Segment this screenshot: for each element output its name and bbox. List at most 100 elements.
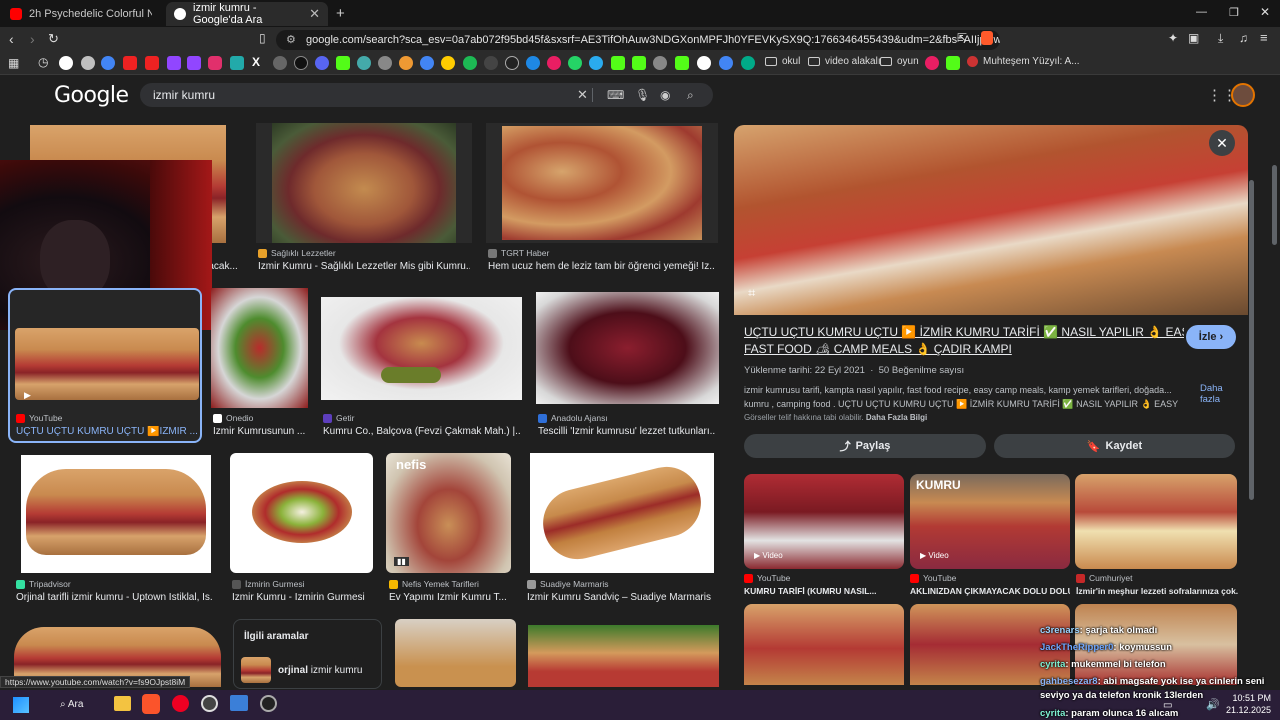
instagram-bookmark-icon[interactable] <box>208 56 222 70</box>
watch-button[interactable]: İzle › <box>1186 325 1236 349</box>
brave-icon[interactable] <box>142 694 160 714</box>
sidebar-icon[interactable]: ▣ <box>1188 31 1199 45</box>
avatar[interactable] <box>1231 83 1255 107</box>
taskbar-search[interactable]: ⌕ Ara <box>50 695 96 715</box>
result-image-10[interactable]: nefis ▮▮ <box>386 453 511 573</box>
result-title[interactable]: Tescilli 'İzmir kumrusu' lezzet tutkunla… <box>538 426 716 437</box>
media-icon[interactable]: ♫ <box>1239 31 1248 45</box>
result-title[interactable]: Orjinal tarifli izmir kumru - Uptown Ist… <box>16 592 212 603</box>
preview-title[interactable]: UÇTU UÇTU KUMRU UÇTU ▶️ İZMİR KUMRU TARİ… <box>744 325 1184 339</box>
bookmark-icon[interactable] <box>925 56 939 70</box>
result-title[interactable]: İzmir Kumru - İzmirin Gurmesi <box>232 592 372 603</box>
clock-time[interactable]: 10:51 PM <box>1229 693 1271 703</box>
lens-search-icon[interactable]: ⌗ <box>748 285 755 301</box>
kick-bookmark-icon[interactable] <box>675 56 689 70</box>
related-item[interactable]: orjinal izmir kumru <box>241 657 379 685</box>
result-image-8[interactable] <box>21 455 211 573</box>
bookmark-icon[interactable] <box>697 56 711 70</box>
bookmark-icon[interactable] <box>441 56 455 70</box>
result-image-6[interactable] <box>321 297 522 400</box>
site-info-icon[interactable]: ⚙ <box>286 30 296 50</box>
related-title[interactable]: AKLINIZDAN ÇIKMAYACAK DOLU DOLU... <box>910 586 1070 596</box>
kick-bookmark-icon[interactable] <box>611 56 625 70</box>
brave-shield-icon[interactable] <box>981 31 993 45</box>
preview-image[interactable]: ⌗ <box>734 125 1248 315</box>
bookmark-icon[interactable] <box>357 56 371 70</box>
result-image-9[interactable] <box>230 453 373 573</box>
more-link[interactable]: Daha fazla <box>1200 383 1240 405</box>
search-input[interactable]: izmir kumru ✕ ⌨ 🎙 ◉ ⌕ <box>140 83 713 107</box>
result-image-7[interactable] <box>536 292 719 404</box>
result-title[interactable]: Kumru Co., Balçova (Fevzi Çakmak Mah.) |… <box>323 426 521 437</box>
kick-bookmark-icon[interactable] <box>946 56 960 70</box>
tab-google[interactable]: izmir kumru - Google'da Ara ✕ <box>166 2 328 26</box>
drive-bookmark-icon[interactable] <box>420 56 434 70</box>
whatsapp-bookmark-icon[interactable] <box>568 56 582 70</box>
download-icon[interactable]: ⤓ <box>1218 31 1223 46</box>
windows-start-icon[interactable] <box>13 697 29 713</box>
tab-youtube[interactable]: 2h Psychedelic Colorful Neon Backgr <box>2 2 160 26</box>
bookmark-icon[interactable]: ▯ <box>259 31 266 45</box>
result-image-3[interactable] <box>486 123 718 243</box>
bookmark-icon[interactable] <box>484 56 498 70</box>
bookmark-folder-okul[interactable]: okul <box>765 56 800 67</box>
result-title[interactable]: UÇTU UÇTU KUMRU UÇTU ▶️İZMİR ... <box>16 426 198 437</box>
bookmark-icon[interactable] <box>526 56 540 70</box>
bookmark-icon[interactable] <box>273 56 287 70</box>
related-title[interactable]: KUMRU TARİFİ (KUMRU NASIL... <box>744 586 902 596</box>
bookmark-icon[interactable] <box>101 56 115 70</box>
result-title[interactable]: İzmir Kumru Sandviç – Suadiye Marmaris <box>527 592 717 603</box>
close-preview-button[interactable]: ✕ <box>1209 130 1235 156</box>
kick-bookmark-icon[interactable] <box>336 56 350 70</box>
obs-icon[interactable] <box>201 695 218 712</box>
bookmark-icon[interactable] <box>741 56 755 70</box>
youtube-bookmark-icon[interactable] <box>123 56 137 70</box>
app-icon[interactable] <box>260 695 277 712</box>
save-button[interactable]: 🔖 Kaydet <box>994 434 1235 458</box>
preview-title-2[interactable]: FAST FOOD 🏕 CAMP MEALS 👌 ÇADIR KAMPI <box>744 342 1184 356</box>
result-image-5[interactable] <box>211 288 308 408</box>
new-tab-button[interactable]: + <box>336 5 345 22</box>
bookmark-icon[interactable] <box>399 56 413 70</box>
result-title[interactable]: İzmir Kumrusunun ... <box>213 426 309 437</box>
file-explorer-icon[interactable] <box>114 696 131 711</box>
twitch-bookmark-icon[interactable] <box>167 56 181 70</box>
result-image-11[interactable] <box>530 453 714 573</box>
github-bookmark-icon[interactable] <box>505 56 519 70</box>
related-thumb-1[interactable]: ▶ Video <box>744 474 904 569</box>
related-thumb-3[interactable] <box>1075 474 1237 569</box>
result-image-2[interactable] <box>256 123 472 243</box>
clear-icon[interactable]: ✕ <box>577 83 588 107</box>
mic-icon[interactable]: 🎙 <box>635 83 650 107</box>
panel-scrollbar[interactable] <box>1249 180 1254 500</box>
forward-icon[interactable]: › <box>30 31 35 47</box>
bookmark-folder-oyun[interactable]: oyun <box>880 56 919 67</box>
bookmark-icon[interactable] <box>547 56 561 70</box>
close-tab-icon[interactable]: ✕ <box>309 6 320 22</box>
share-button[interactable]: ⤴ Paylaş <box>744 434 986 458</box>
result-image-13[interactable] <box>395 619 516 687</box>
restore-icon[interactable]: ❐ <box>1229 6 1239 19</box>
clock-date[interactable]: 21.12.2025 <box>1222 705 1271 715</box>
bookmark-icon[interactable] <box>653 56 667 70</box>
bookmark-icon[interactable] <box>719 56 733 70</box>
discord-bookmark-icon[interactable] <box>315 56 329 70</box>
search-icon[interactable]: ⌕ <box>687 83 694 107</box>
youtube-bookmark-icon[interactable] <box>145 56 159 70</box>
x-bookmark-icon[interactable]: X <box>252 55 260 69</box>
bookmark-muhtesem[interactable]: Muhteşem Yüzyıl: A... <box>967 56 1080 67</box>
volume-icon[interactable]: 🔊 <box>1206 698 1220 711</box>
history-icon[interactable]: ◷ <box>38 55 48 69</box>
lens-icon[interactable]: ◉ <box>660 83 670 107</box>
related-title[interactable]: İzmir'in meşhur lezzeti sofralarınıza ço… <box>1076 586 1238 596</box>
page-scrollbar[interactable] <box>1272 165 1277 245</box>
result-title[interactable]: İzmir Kumru - Sağlıklı Lezzetler Mis gib… <box>258 261 470 272</box>
copyright-link[interactable]: Daha Fazla Bilgi <box>866 413 927 422</box>
result-image-14[interactable] <box>528 625 719 687</box>
bookmark-folder-video[interactable]: video alakalı <box>808 56 881 67</box>
extensions-icon[interactable]: ✦ <box>1168 31 1178 45</box>
chrome-bookmark-icon[interactable] <box>81 56 95 70</box>
tiktok-bookmark-icon[interactable] <box>294 56 308 70</box>
kick-bookmark-icon[interactable] <box>632 56 646 70</box>
back-icon[interactable]: ‹ <box>9 31 14 47</box>
